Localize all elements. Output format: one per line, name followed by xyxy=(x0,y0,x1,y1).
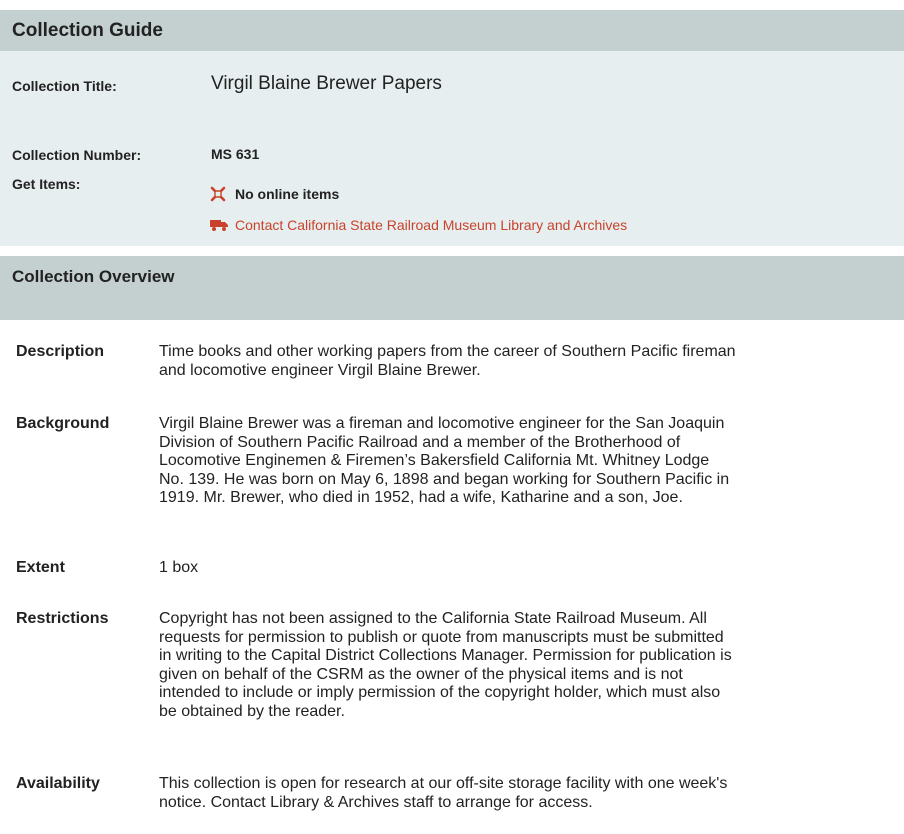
get-items-label: Get Items: xyxy=(12,176,81,192)
contact-archives-link[interactable]: Contact California State Railroad Museum… xyxy=(235,217,627,233)
availability-text: This collection is open for research at … xyxy=(159,775,849,812)
no-online-items-text: No online items xyxy=(235,186,340,202)
background-label: Background xyxy=(16,415,110,432)
collection-guide-page: Collection Guide Collection Title: Virgi… xyxy=(0,0,904,834)
restrictions-label: Restrictions xyxy=(16,610,109,627)
background-line: Virgil Blaine Brewer was a fireman and l… xyxy=(159,415,725,432)
background-line: Division of Southern Pacific Railroad an… xyxy=(159,433,681,451)
restrictions-text: Copyright has not been assigned to the C… xyxy=(159,610,849,721)
availability-label: Availability xyxy=(16,775,100,792)
no-online-items: No online items xyxy=(209,184,339,204)
extent-text: 1 box xyxy=(159,559,849,578)
contact-row: Contact California State Railroad Museum… xyxy=(209,215,627,235)
collection-overview-header: Collection Overview xyxy=(0,256,904,320)
background-line: 1919. Mr. Brewer, who died in 1952, had … xyxy=(159,489,683,506)
description-label: Description xyxy=(16,343,105,360)
restrictions-line: given on behalf of the CSRM as the owner… xyxy=(159,665,683,683)
collection-guide-header: Collection Guide xyxy=(0,10,904,51)
restrictions-line: intended to include or imply permission … xyxy=(159,684,721,701)
background-line: Locomotive Enginemen & Firemen’s Bakersf… xyxy=(159,452,710,469)
collection-title-label: Collection Title: xyxy=(12,78,117,94)
collection-number-value: MS 631 xyxy=(211,146,260,162)
collection-title-value: Virgil Blaine Brewer Papers xyxy=(211,73,442,94)
restrictions-line: Copyright has not been assigned to the C… xyxy=(159,610,707,627)
extent-label: Extent xyxy=(16,559,65,576)
restrictions-line: requests for permission to publish or qu… xyxy=(159,628,724,646)
description-text: Time books and other working papers from… xyxy=(159,343,849,380)
background-line: No. 139. He was born on May 6, 1898 and … xyxy=(159,470,730,488)
background-text: Virgil Blaine Brewer was a fireman and l… xyxy=(159,415,849,508)
availability-line: notice. Contact Library & Archives staff… xyxy=(159,793,593,811)
restrictions-line: be obtained by the reader. xyxy=(159,702,345,720)
description-line: and locomotive engineer Virgil Blaine Br… xyxy=(159,361,481,379)
restrictions-line: in writing to the Capital District Colle… xyxy=(159,647,732,664)
collection-number-label: Collection Number: xyxy=(12,147,142,163)
truck-icon xyxy=(209,218,229,232)
extent-line: 1 box xyxy=(159,559,199,576)
no-online-items-icon xyxy=(209,186,227,202)
availability-line: This collection is open for research at … xyxy=(159,775,728,792)
description-line: Time books and other working papers from… xyxy=(159,343,736,360)
